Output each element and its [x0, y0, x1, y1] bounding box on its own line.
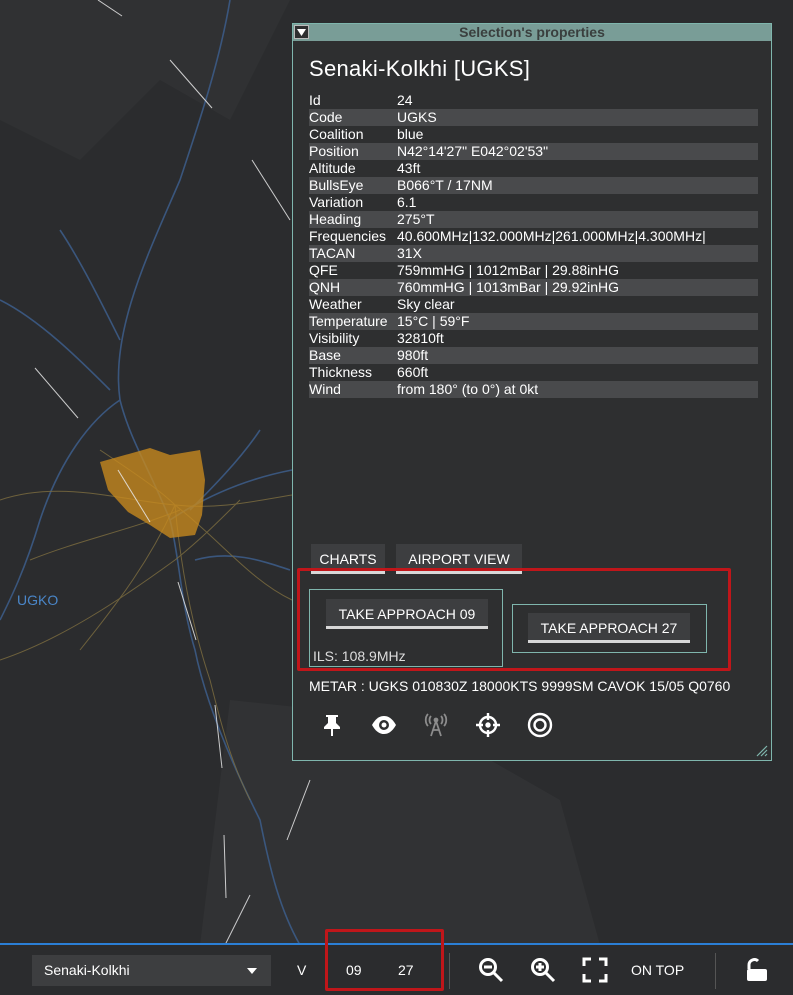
- radio-tower-icon[interactable]: [421, 710, 451, 740]
- property-value: UGKS: [397, 109, 437, 125]
- collapse-button[interactable]: [294, 25, 309, 39]
- airport-select-value: Senaki-Kolkhi: [44, 962, 130, 978]
- property-key: Wind: [309, 381, 341, 397]
- property-key: QNH: [309, 279, 341, 295]
- property-value: 24: [397, 92, 413, 108]
- property-value: 32810ft: [397, 330, 444, 346]
- property-row: Position N42°14'27" E042°02'53": [309, 143, 758, 160]
- property-row: TACAN 31X: [309, 245, 758, 262]
- property-value: N42°14'27" E042°02'53": [397, 143, 549, 159]
- property-row: Altitude 43ft: [309, 160, 758, 177]
- property-value: 15°C | 59°F: [397, 313, 470, 329]
- selection-properties-window: Selection's properties Senaki-Kolkhi [UG…: [292, 23, 772, 761]
- property-row: Id 24: [309, 92, 758, 109]
- property-row: Code UGKS: [309, 109, 758, 126]
- property-key: QFE: [309, 262, 338, 278]
- properties-table: Id 24 Code UGKS Coalition blue Position N42°14'…: [309, 92, 758, 398]
- crosshair-icon[interactable]: [473, 710, 503, 740]
- property-value: 980ft: [397, 347, 429, 363]
- unlock-icon[interactable]: [744, 957, 770, 983]
- runway-highlight: [325, 929, 444, 991]
- property-row: Weather Sky clear: [309, 296, 758, 313]
- property-key: Code: [309, 109, 343, 125]
- property-row: Temperature 15°C | 59°F: [309, 313, 758, 330]
- property-value: blue: [397, 126, 424, 142]
- property-value: 43ft: [397, 160, 421, 176]
- v-label[interactable]: V: [297, 962, 306, 978]
- property-key: Coalition: [309, 126, 364, 142]
- property-row: Coalition blue: [309, 126, 758, 143]
- property-key: Base: [309, 347, 341, 363]
- on-top-button[interactable]: ON TOP: [631, 962, 684, 978]
- approach-highlight: [297, 568, 731, 671]
- property-row: Thickness 660ft: [309, 364, 758, 381]
- property-row: BullsEye B066°T / 17NM: [309, 177, 758, 194]
- eye-icon[interactable]: [369, 710, 399, 740]
- property-row: Variation 6.1: [309, 194, 758, 211]
- property-key: Heading: [309, 211, 362, 227]
- property-row: QFE 759mmHG | 1012mBar | 29.88inHG: [309, 262, 758, 279]
- property-key: Id: [309, 92, 321, 108]
- bottom-toolbar: Senaki-Kolkhi V 09 27 ON TOP: [0, 929, 793, 995]
- triangle-down-icon: [297, 28, 306, 36]
- property-key: Thickness: [309, 364, 373, 380]
- property-value: from 180° (to 0°) at 0kt: [397, 381, 539, 397]
- property-key: Frequencies: [309, 228, 387, 244]
- airport-title: Senaki-Kolkhi [UGKS]: [309, 56, 531, 81]
- zoom-out-icon[interactable]: [478, 957, 504, 983]
- property-value: 31X: [397, 245, 422, 261]
- property-value: 6.1: [397, 194, 417, 210]
- property-key: TACAN: [309, 245, 356, 261]
- property-value: 759mmHG | 1012mBar | 29.88inHG: [397, 262, 620, 278]
- zoom-in-icon[interactable]: [530, 957, 556, 983]
- property-key: BullsEye: [309, 177, 364, 193]
- pin-icon[interactable]: [317, 710, 347, 740]
- property-value: 40.600MHz|132.000MHz|261.000MHz|4.300MHz…: [397, 228, 706, 244]
- chevron-down-icon: [247, 968, 257, 974]
- property-value: 760mmHG | 1013mBar | 29.92inHG: [397, 279, 620, 295]
- property-value: B066°T / 17NM: [397, 177, 493, 193]
- airport-select[interactable]: Senaki-Kolkhi: [32, 955, 271, 986]
- property-key: Altitude: [309, 160, 356, 176]
- property-key: Visibility: [309, 330, 360, 346]
- property-key: Temperature: [309, 313, 388, 329]
- metar-text: METAR : UGKS 010830Z 18000KTS 9999SM CAV…: [309, 678, 731, 694]
- properties-titlebar[interactable]: Selection's properties: [293, 24, 771, 41]
- action-icon-row: [317, 710, 577, 740]
- property-key: Position: [309, 143, 359, 159]
- property-value: 660ft: [397, 364, 429, 380]
- property-value: 275°T: [397, 211, 435, 227]
- property-row: Base 980ft: [309, 347, 758, 364]
- fullscreen-icon[interactable]: [582, 957, 608, 983]
- property-row: Heading 275°T: [309, 211, 758, 228]
- properties-window-title: Selection's properties: [459, 24, 605, 40]
- toolbar-divider: [449, 953, 450, 989]
- property-row: Visibility 32810ft: [309, 330, 758, 347]
- property-row: QNH 760mmHG | 1013mBar | 29.92inHG: [309, 279, 758, 296]
- property-value: Sky clear: [397, 296, 455, 312]
- airbase-label-ugko[interactable]: UGKO: [17, 592, 58, 608]
- property-row: Frequencies 40.600MHz|132.000MHz|261.000M…: [309, 228, 758, 245]
- resize-grip-icon[interactable]: [756, 745, 768, 757]
- toolbar-divider: [715, 953, 716, 989]
- property-key: Weather: [309, 296, 362, 312]
- property-row: Wind from 180° (to 0°) at 0kt: [309, 381, 758, 398]
- property-key: Variation: [309, 194, 364, 210]
- target-icon[interactable]: [525, 710, 555, 740]
